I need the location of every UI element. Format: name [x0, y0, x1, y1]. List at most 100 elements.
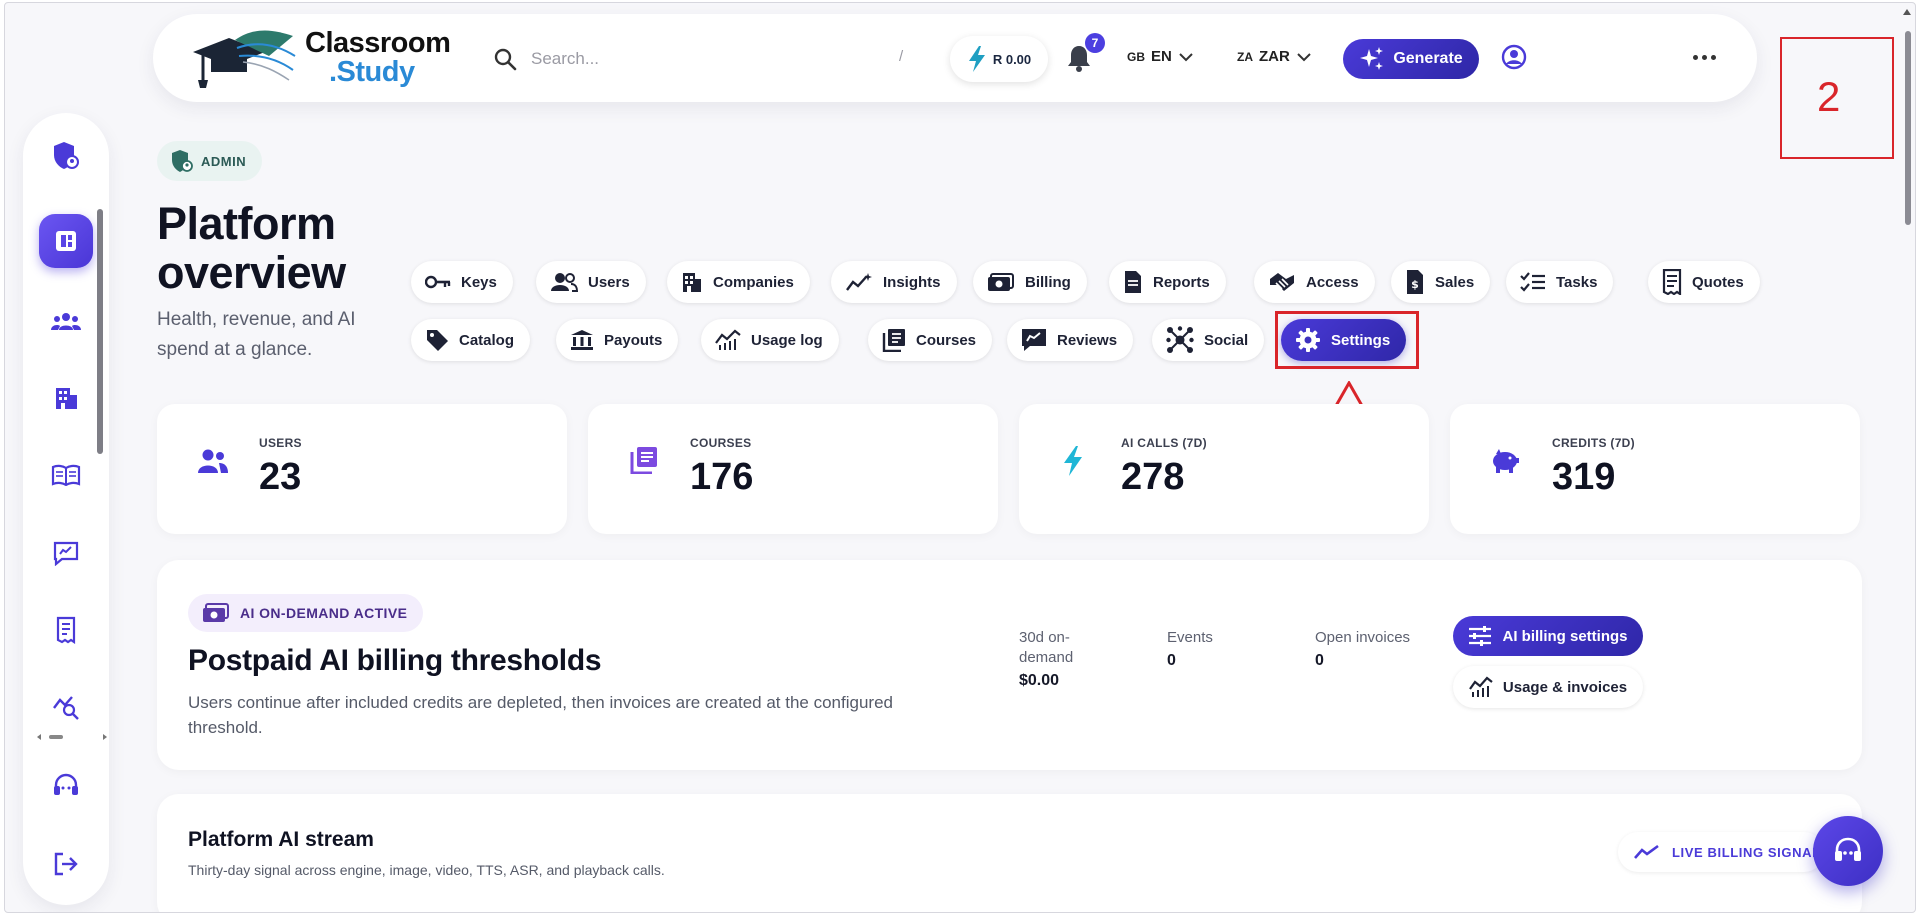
- money-icon: [203, 603, 229, 622]
- sidebar-item-logout[interactable]: [45, 843, 87, 885]
- sparkline-icon: [846, 273, 872, 291]
- search-box[interactable]: [493, 44, 913, 74]
- brand-logo[interactable]: Classroom .Study: [189, 26, 459, 90]
- user-profile-icon[interactable]: [1501, 44, 1527, 70]
- tab-courses[interactable]: Courses: [868, 319, 993, 361]
- sparkles-icon: [1360, 47, 1384, 70]
- tab-label: Access: [1306, 273, 1359, 291]
- stat-label: USERS: [259, 436, 302, 450]
- stat-card-users: USERS 23: [157, 404, 567, 534]
- page-scrollbar-thumb[interactable]: [1905, 31, 1911, 225]
- sidebar-horizontal-scrollbar[interactable]: [37, 729, 107, 740]
- sliders-icon: [1469, 626, 1492, 646]
- tab-label: Catalog: [459, 331, 515, 349]
- users-icon: [551, 273, 578, 292]
- usage-invoices-button[interactable]: Usage & invoices: [1453, 666, 1643, 708]
- tab-keys[interactable]: Keys: [411, 261, 513, 303]
- chevron-down-icon: [1179, 52, 1193, 61]
- metric-on-demand: 30d on-demand $0.00: [1019, 628, 1089, 690]
- bolt-icon: [968, 46, 985, 72]
- tab-reviews[interactable]: Reviews: [1007, 319, 1134, 361]
- generate-button[interactable]: Generate: [1343, 39, 1479, 79]
- credit-balance-button[interactable]: R 0.00: [950, 36, 1048, 82]
- admin-shield-icon: [54, 142, 79, 169]
- sidebar-item-reviews[interactable]: [45, 532, 87, 574]
- metric-label: 30d on-demand: [1019, 629, 1074, 666]
- logout-icon: [54, 852, 78, 876]
- language-code: EN: [1151, 48, 1172, 65]
- invoice-icon: $: [1407, 270, 1423, 294]
- scroll-up-arrow-icon[interactable]: [1903, 9, 1911, 15]
- tab-label: Payouts: [604, 331, 663, 349]
- sidebar-item-courses[interactable]: [45, 454, 87, 496]
- users-icon: [198, 449, 228, 473]
- currency-selector[interactable]: ZA ZAR: [1237, 48, 1312, 65]
- tab-reports[interactable]: Reports: [1109, 261, 1226, 303]
- platform-ai-stream-card: Platform AI stream Thirty-day signal acr…: [157, 794, 1862, 912]
- library-icon: [630, 447, 657, 474]
- tab-billing[interactable]: Billing: [973, 261, 1087, 303]
- sidebar: [23, 113, 109, 905]
- search-shortcut-hint: /: [899, 48, 904, 65]
- ai-billing-settings-button[interactable]: AI billing settings: [1453, 616, 1643, 656]
- tab-label: Reports: [1153, 273, 1210, 291]
- tab-payouts[interactable]: Payouts: [556, 319, 679, 361]
- sidebar-item-dashboard[interactable]: [39, 214, 93, 268]
- search-input[interactable]: [531, 49, 851, 69]
- users-group-icon: [51, 313, 81, 330]
- tab-tasks[interactable]: Tasks: [1506, 261, 1614, 303]
- ai-billing-settings-label: AI billing settings: [1502, 627, 1628, 645]
- graduation-cap-logo-icon: [193, 30, 296, 88]
- receipt-icon: [1662, 269, 1682, 295]
- tab-users[interactable]: Users: [536, 261, 646, 303]
- chart-icon: [1468, 676, 1493, 697]
- support-chat-button[interactable]: [1813, 816, 1883, 886]
- metric-value: 0: [1315, 652, 1324, 669]
- tab-companies[interactable]: Companies: [667, 261, 810, 303]
- sidebar-item-usage-log[interactable]: [45, 686, 87, 728]
- language-selector[interactable]: GB EN: [1127, 48, 1194, 65]
- tab-usage-log[interactable]: Usage log: [701, 319, 839, 361]
- stat-value: 176: [690, 456, 754, 498]
- tab-catalog[interactable]: Catalog: [411, 319, 531, 361]
- tab-label: Sales: [1435, 273, 1475, 291]
- tab-label: Tasks: [1556, 273, 1598, 291]
- billing-thresholds-card: AI ON-DEMAND ACTIVE Postpaid AI billing …: [157, 560, 1862, 770]
- search-icon: [494, 48, 517, 71]
- building-icon: [683, 273, 701, 292]
- tab-label: Insights: [883, 273, 941, 291]
- tab-social[interactable]: Social: [1152, 319, 1265, 361]
- on-demand-status-label: AI ON-DEMAND ACTIVE: [240, 605, 408, 621]
- sidebar-item-users[interactable]: [45, 300, 87, 342]
- bank-icon: [571, 330, 593, 350]
- sidebar-item-support[interactable]: [45, 765, 87, 807]
- stat-value: 23: [259, 456, 302, 498]
- sidebar-item-quotes[interactable]: [45, 609, 87, 651]
- metric-label: Events: [1167, 629, 1213, 646]
- tab-quotes[interactable]: Quotes: [1648, 261, 1760, 303]
- top-bar: Classroom .Study / R 0.00 7 GB EN: [153, 14, 1757, 102]
- tab-label: Keys: [461, 273, 497, 291]
- live-billing-signal-label: LIVE BILLING SIGNAL: [1672, 844, 1821, 860]
- metric-label: Open invoices: [1315, 629, 1411, 646]
- tab-insights[interactable]: Insights: [831, 261, 957, 303]
- headset-icon: [54, 773, 78, 795]
- sidebar-item-admin[interactable]: [45, 135, 87, 177]
- svg-text:$: $: [1411, 278, 1419, 291]
- building-icon: [56, 388, 77, 409]
- tab-label: Reviews: [1057, 331, 1118, 349]
- tab-label: Quotes: [1692, 273, 1744, 291]
- brand-name-line1: Classroom: [305, 27, 451, 59]
- language-country-code: GB: [1127, 49, 1145, 64]
- tab-sales[interactable]: $ Sales: [1391, 261, 1491, 303]
- sidebar-scrollbar-thumb[interactable]: [97, 209, 103, 454]
- metric-value: 0: [1167, 652, 1176, 669]
- sidebar-item-companies[interactable]: [45, 377, 87, 419]
- tab-access[interactable]: Access: [1254, 261, 1375, 303]
- metric-open-invoices: Open invoices 0: [1315, 628, 1410, 670]
- tab-label: Courses: [916, 331, 977, 349]
- stat-label: CREDITS (7D): [1552, 436, 1635, 450]
- more-options-icon[interactable]: [1693, 55, 1716, 60]
- page-subtitle: Health, revenue, and AI spend at a glanc…: [157, 309, 356, 360]
- bolt-icon: [1064, 446, 1082, 476]
